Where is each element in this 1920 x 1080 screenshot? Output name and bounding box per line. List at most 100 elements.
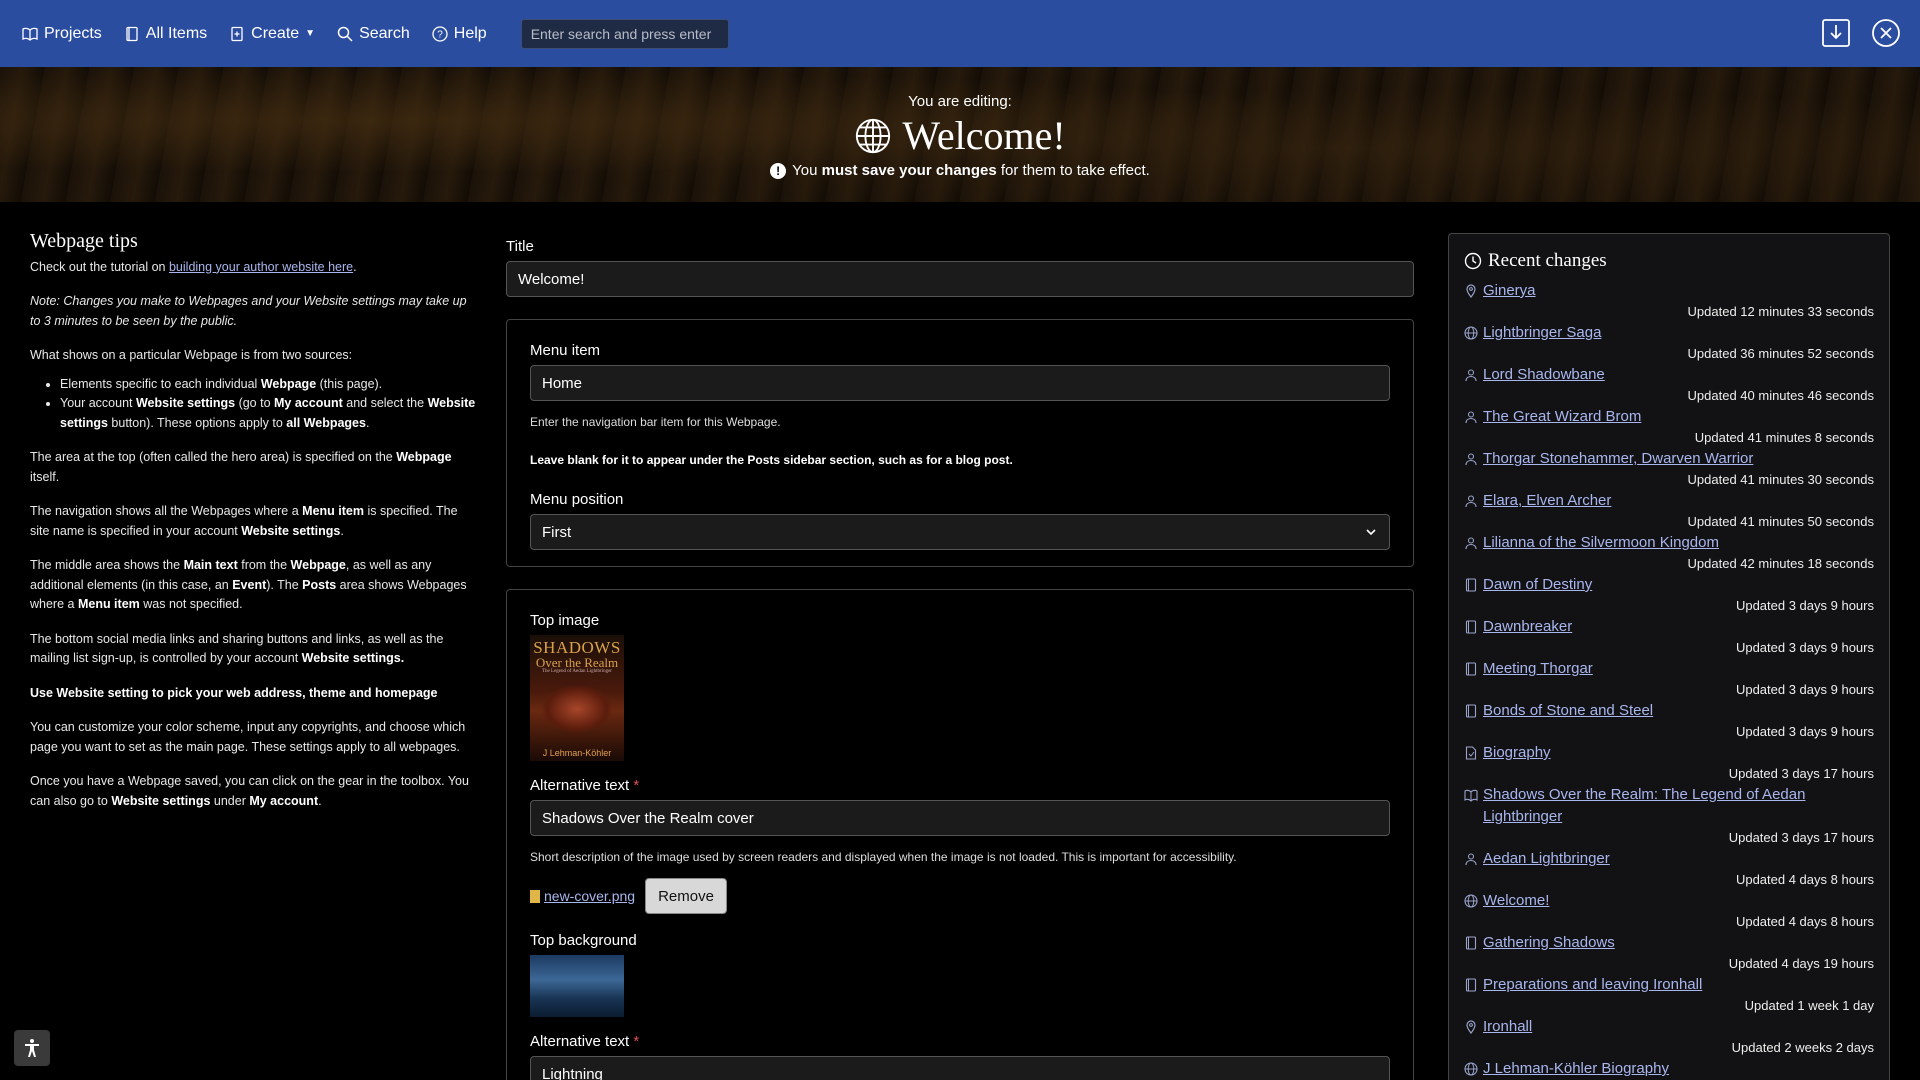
nav-help[interactable]: ? Help	[432, 25, 487, 43]
save-warning: ! You must save your changes for them to…	[0, 162, 1920, 179]
top-navigation-bar: Projects All Items Create ▼ Search ? Hel…	[0, 0, 1920, 67]
webpage-tips: Webpage tips Check out the tutorial on b…	[30, 231, 476, 826]
recent-item-link[interactable]: Elara, Elven Archer	[1464, 490, 1874, 512]
person-icon	[1465, 853, 1477, 866]
global-search-input[interactable]	[520, 18, 729, 49]
recent-item-name[interactable]: Aedan Lightbringer	[1483, 848, 1610, 870]
cover-title-2: Over the Realm	[535, 655, 619, 670]
recent-item-name[interactable]: The Great Wizard Brom	[1483, 406, 1641, 428]
recent-item-name[interactable]: Elara, Elven Archer	[1483, 490, 1611, 512]
chevron-down-icon	[1366, 529, 1376, 536]
alt-text-input-2[interactable]: Lightning	[530, 1056, 1390, 1080]
page-title-text: Welcome!	[902, 113, 1066, 158]
document-icon	[1465, 936, 1477, 950]
alt-text-help: Short description of the image used by s…	[530, 850, 1237, 864]
recent-item-link[interactable]: Welcome!	[1464, 890, 1874, 912]
recent-item-name[interactable]: Ginerya	[1483, 280, 1536, 302]
book-icon	[1464, 789, 1478, 802]
recent-item-link[interactable]: Bonds of Stone and Steel	[1464, 700, 1874, 722]
save-warning-text: You must save your changes for them to t…	[792, 162, 1150, 179]
recent-item-name[interactable]: Bonds of Stone and Steel	[1483, 700, 1653, 722]
recent-item-name[interactable]: Biography	[1483, 742, 1551, 764]
recent-item-name[interactable]: Shadows Over the Realm: The Legend of Ae…	[1483, 784, 1874, 828]
list-item: J Lehman-Köhler Biography	[1464, 1058, 1874, 1080]
nav-all-items[interactable]: All Items	[124, 25, 207, 43]
recent-item-time: Updated 4 days 19 hours	[1728, 956, 1874, 971]
recent-item-link[interactable]: Lord Shadowbane	[1464, 364, 1874, 386]
list-item: Lightbringer Saga Updated 36 minutes 52 s…	[1464, 322, 1874, 364]
list-item: Your account Website settings (go to My …	[60, 394, 476, 433]
recent-item-link[interactable]: The Great Wizard Brom	[1464, 406, 1874, 428]
recent-item-link[interactable]: Aedan Lightbringer	[1464, 848, 1874, 870]
menu-item-help-bold: Leave blank for it to appear under the P…	[530, 453, 1013, 467]
recent-item-link[interactable]: Biography	[1464, 742, 1874, 764]
recent-changes-list: Ginerya Updated 12 minutes 33 seconds Ligh…	[1464, 280, 1874, 1080]
recent-item-name[interactable]: Welcome!	[1483, 890, 1549, 912]
menu-position-select[interactable]: First	[530, 514, 1390, 550]
recent-item-name[interactable]: Lightbringer Saga	[1483, 322, 1601, 344]
recent-item-link[interactable]: Gathering Shadows	[1464, 932, 1874, 954]
close-button[interactable]	[1870, 17, 1902, 49]
tutorial-link[interactable]: building your author website here	[169, 260, 353, 274]
title-input[interactable]: Welcome!	[506, 261, 1414, 297]
recent-item-link[interactable]: Lightbringer Saga	[1464, 322, 1874, 344]
recent-item-link[interactable]: Meeting Thorgar	[1464, 658, 1874, 680]
editing-label: You are editing:	[908, 93, 1012, 110]
save-button[interactable]	[1820, 17, 1852, 49]
document-icon	[1465, 620, 1477, 634]
recent-item-time: Updated 12 minutes 33 seconds	[1687, 304, 1874, 319]
recent-item-link[interactable]: J Lehman-Köhler Biography	[1464, 1058, 1874, 1080]
list-item: Ironhall Updated 2 weeks 2 days	[1464, 1016, 1874, 1058]
tips-hero: The area at the top (often called the he…	[30, 450, 452, 484]
recent-item-link[interactable]: Dawn of Destiny	[1464, 574, 1874, 596]
recent-item-link[interactable]: Preparations and leaving Ironhall	[1464, 974, 1874, 996]
list-item: Ginerya Updated 12 minutes 33 seconds	[1464, 280, 1874, 322]
recent-item-name[interactable]: Lilianna of the Silvermoon Kingdom	[1483, 532, 1719, 554]
nav-create[interactable]: Create ▼	[229, 25, 315, 43]
remove-button[interactable]: Remove	[645, 878, 727, 914]
recent-item-link[interactable]: Dawnbreaker	[1464, 616, 1874, 638]
tips-middle: The middle area shows the Main text from…	[30, 558, 467, 611]
menu-item-label: Menu item	[530, 342, 601, 359]
recent-item-link[interactable]: Ironhall	[1464, 1016, 1874, 1038]
recent-item-link[interactable]: Shadows Over the Realm: The Legend of Ae…	[1464, 784, 1874, 828]
recent-item-time: Updated 2 weeks 2 days	[1731, 1040, 1874, 1055]
recent-item-time: Updated 41 minutes 30 seconds	[1687, 472, 1874, 487]
recent-item-link[interactable]: Lilianna of the Silvermoon Kingdom	[1464, 532, 1874, 554]
page-title: Welcome!	[0, 112, 1920, 160]
recent-item-name[interactable]: Meeting Thorgar	[1483, 658, 1593, 680]
nav-projects[interactable]: Projects	[22, 25, 102, 43]
document-icon	[1465, 704, 1477, 718]
accessibility-button[interactable]	[14, 1030, 50, 1066]
recent-item-name[interactable]: Ironhall	[1483, 1016, 1532, 1038]
recent-item-name[interactable]: Dawn of Destiny	[1483, 574, 1592, 596]
file-link[interactable]: new-cover.png	[544, 888, 635, 904]
menu-item-help: Enter the navigation bar item for this W…	[530, 415, 781, 429]
recent-item-name[interactable]: Lord Shadowbane	[1483, 364, 1605, 386]
top-background-thumbnail	[530, 955, 624, 1017]
list-item: Thorgar Stonehammer, Dwarven Warrior Upda…	[1464, 448, 1874, 490]
recent-item-link[interactable]: Thorgar Stonehammer, Dwarven Warrior	[1464, 448, 1874, 470]
list-item: Welcome! Updated 4 days 8 hours	[1464, 890, 1874, 932]
recent-item-name[interactable]: Preparations and leaving Ironhall	[1483, 974, 1702, 996]
recent-item-name[interactable]: Thorgar Stonehammer, Dwarven Warrior	[1483, 448, 1753, 470]
menu-item-input[interactable]: Home	[530, 365, 1390, 401]
tips-sources: What shows on a particular Webpage is fr…	[30, 348, 353, 362]
tips-navigation: The navigation shows all the Webpages wh…	[30, 504, 458, 538]
person-icon	[1465, 537, 1477, 550]
nav-create-label: Create	[251, 24, 300, 42]
recent-item-name[interactable]: Gathering Shadows	[1483, 932, 1615, 954]
plus-document-icon	[231, 26, 243, 41]
recent-item-time: Updated 3 days 17 hours	[1728, 766, 1874, 781]
search-icon	[337, 26, 353, 42]
help-icon: ?	[432, 25, 448, 42]
nav-search[interactable]: Search	[337, 25, 410, 43]
alt-text-label: Alternative text *	[530, 777, 640, 794]
recent-item-link[interactable]: Ginerya	[1464, 280, 1874, 302]
cover-subtitle: The Legend of Aedan Lightbringer	[542, 669, 612, 674]
hero-area: You are editing: Welcome! ! You must sav…	[0, 67, 1920, 202]
tips-tutorial: Check out the tutorial on building your …	[30, 259, 357, 274]
alt-text-input[interactable]: Shadows Over the Realm cover	[530, 800, 1390, 836]
recent-item-name[interactable]: Dawnbreaker	[1483, 616, 1572, 638]
recent-item-name[interactable]: J Lehman-Köhler Biography	[1483, 1058, 1669, 1080]
